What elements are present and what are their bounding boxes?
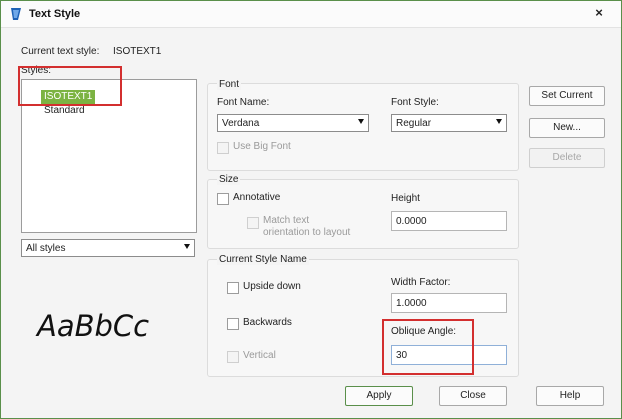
use-big-font-checkbox[interactable] xyxy=(217,142,229,154)
chevron-down-icon xyxy=(184,244,190,249)
width-factor-value: 1.0000 xyxy=(396,298,427,309)
close-button[interactable]: Close xyxy=(439,386,507,406)
window-title: Text Style xyxy=(29,8,81,20)
set-current-button[interactable]: Set Current xyxy=(529,86,605,106)
match-orientation-line2: orientation to layout xyxy=(263,227,351,238)
title-bar: Text Style × xyxy=(1,1,621,28)
match-orientation-checkbox[interactable] xyxy=(247,217,259,229)
app-icon xyxy=(11,8,21,20)
width-factor-input[interactable]: 1.0000 xyxy=(391,293,507,313)
style-item-standard[interactable]: Standard xyxy=(41,104,88,118)
backwards-checkbox[interactable] xyxy=(227,318,239,330)
vertical-checkbox[interactable] xyxy=(227,351,239,363)
font-name-label: Font Name: xyxy=(217,97,270,108)
size-group-label: Size xyxy=(217,174,241,185)
help-button[interactable]: Help xyxy=(536,386,604,406)
text-style-dialog: Text Style × Current text style: ISOTEXT… xyxy=(0,0,622,419)
new-style-button[interactable]: New... xyxy=(529,118,605,138)
styles-filter-value: All styles xyxy=(26,243,66,254)
apply-button[interactable]: Apply xyxy=(345,386,413,406)
chevron-down-icon xyxy=(496,119,502,124)
vertical-label: Vertical xyxy=(243,350,276,361)
current-style-label: Current text style: xyxy=(21,46,100,57)
font-name-value: Verdana xyxy=(222,118,260,129)
font-style-dropdown[interactable]: Regular xyxy=(391,114,507,132)
match-orientation-line1: Match text xyxy=(263,215,310,226)
current-style-value: ISOTEXT1 xyxy=(113,46,162,57)
font-style-label: Font Style: xyxy=(391,97,439,108)
use-big-font-label: Use Big Font xyxy=(233,141,291,152)
height-label: Height xyxy=(391,193,420,204)
styles-filter-dropdown[interactable]: All styles xyxy=(21,239,195,257)
close-icon[interactable]: × xyxy=(591,5,607,21)
chevron-down-icon xyxy=(358,119,364,124)
annotative-checkbox[interactable] xyxy=(217,193,229,205)
height-value: 0.0000 xyxy=(396,216,427,227)
styles-highlight-box xyxy=(18,66,122,106)
effects-group-label: Current Style Name xyxy=(217,254,309,265)
font-name-dropdown[interactable]: Verdana xyxy=(217,114,369,132)
font-group-label: Font xyxy=(217,79,242,90)
delete-style-button[interactable]: Delete xyxy=(529,148,605,168)
upside-down-checkbox[interactable] xyxy=(227,282,239,294)
oblique-highlight-box xyxy=(382,319,474,375)
backwards-label: Backwards xyxy=(243,317,292,328)
font-style-value: Regular xyxy=(396,118,432,129)
style-preview: AaBbCc xyxy=(37,309,150,343)
upside-down-label: Upside down xyxy=(243,281,301,292)
annotative-label: Annotative xyxy=(233,192,281,203)
height-input[interactable]: 0.0000 xyxy=(391,211,507,231)
width-factor-label: Width Factor: xyxy=(391,277,451,288)
